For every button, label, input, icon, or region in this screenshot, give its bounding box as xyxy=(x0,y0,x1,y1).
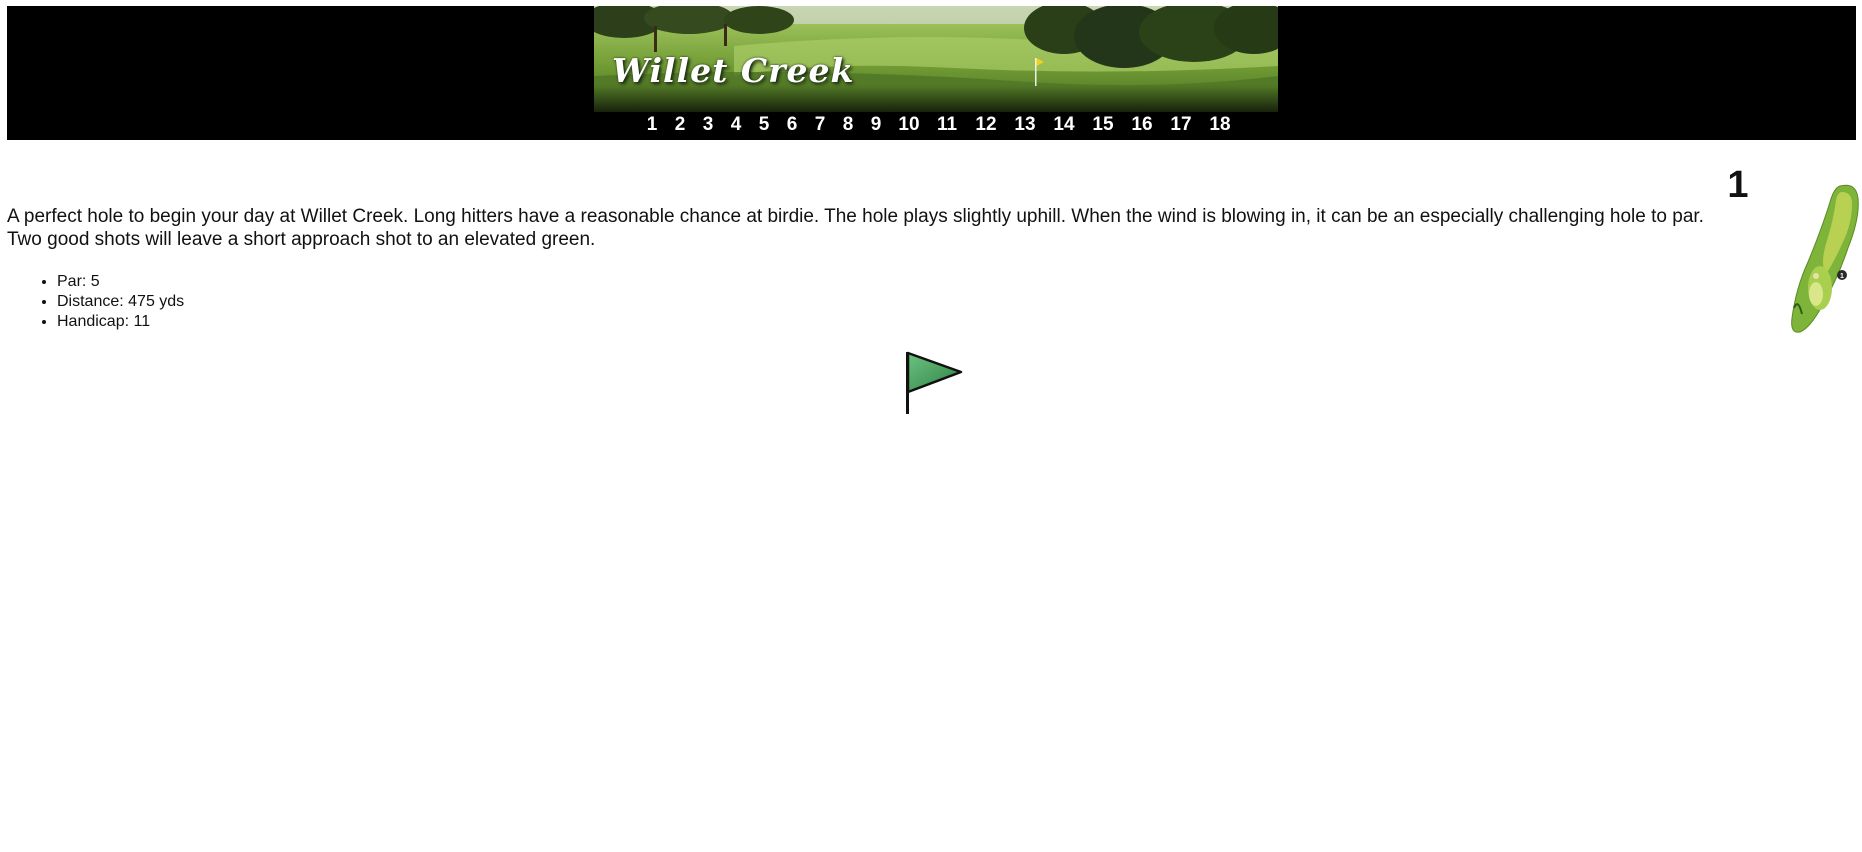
hole-link-7[interactable]: 7 xyxy=(815,114,826,136)
hole-link-6[interactable]: 6 xyxy=(787,114,798,136)
flag-icon[interactable] xyxy=(903,350,963,416)
hole-link-10[interactable]: 10 xyxy=(898,114,919,136)
hole-stats-list: Par: 5 Distance: 475 yds Handicap: 11 xyxy=(7,272,184,332)
hole-link-1[interactable]: 1 xyxy=(647,114,658,136)
hole-link-14[interactable]: 14 xyxy=(1053,114,1074,136)
hole-link-11[interactable]: 11 xyxy=(937,114,957,136)
hole-link-18[interactable]: 18 xyxy=(1209,114,1230,136)
hole-link-16[interactable]: 16 xyxy=(1131,114,1152,136)
hole-link-12[interactable]: 12 xyxy=(975,114,996,136)
hole-map-icon: 1 xyxy=(1782,178,1862,338)
hole-link-2[interactable]: 2 xyxy=(675,114,686,136)
site-header: Willet Creek 1 2 3 4 5 6 7 8 9 10 11 12 … xyxy=(7,6,1856,140)
hole-navigation: 1 2 3 4 5 6 7 8 9 10 11 12 13 14 15 16 1… xyxy=(7,114,1856,138)
stat-distance: Distance: 475 yds xyxy=(57,292,184,312)
hole-number-heading: 1 xyxy=(1727,164,1749,206)
stat-handicap: Handicap: 11 xyxy=(57,312,184,332)
hole-link-17[interactable]: 17 xyxy=(1170,114,1191,136)
hole-link-13[interactable]: 13 xyxy=(1014,114,1035,136)
svg-text:1: 1 xyxy=(1840,273,1844,280)
stat-par: Par: 5 xyxy=(57,272,184,292)
hole-link-4[interactable]: 4 xyxy=(731,114,742,136)
hole-link-5[interactable]: 5 xyxy=(759,114,770,136)
hole-link-15[interactable]: 15 xyxy=(1092,114,1113,136)
hole-link-9[interactable]: 9 xyxy=(871,114,882,136)
course-name-title: Willet Creek xyxy=(612,51,855,90)
course-banner: Willet Creek xyxy=(594,6,1278,112)
hole-link-3[interactable]: 3 xyxy=(703,114,714,136)
hole-description: A perfect hole to begin your day at Will… xyxy=(7,206,1704,250)
hole-link-8[interactable]: 8 xyxy=(843,114,854,136)
